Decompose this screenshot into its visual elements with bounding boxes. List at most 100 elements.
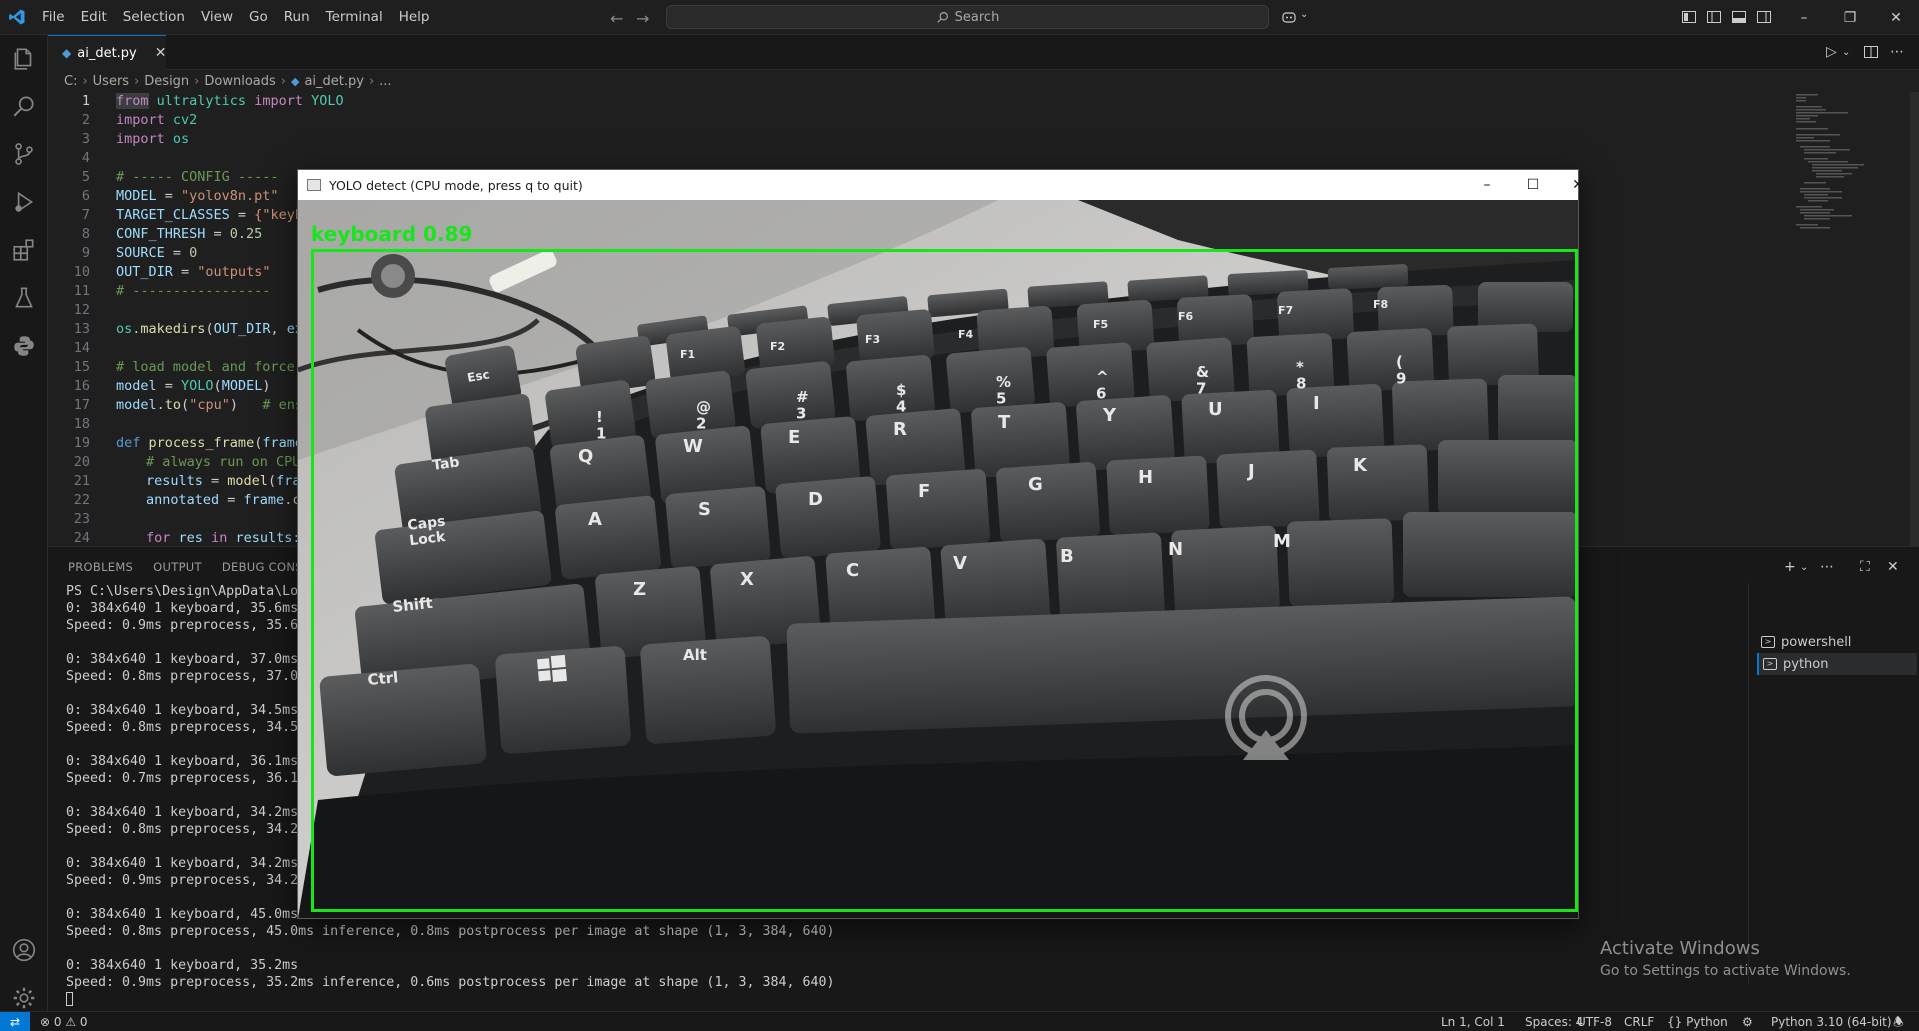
- line-number: 6: [81, 188, 90, 204]
- breadcrumb-drive[interactable]: C:: [64, 74, 77, 89]
- restore-icon[interactable]: ❐: [1827, 0, 1873, 35]
- code-token: import: [116, 131, 165, 147]
- code-token: "outputs": [197, 264, 271, 280]
- copilot-chevron-icon[interactable]: ⌄: [1300, 9, 1308, 20]
- command-center-search[interactable]: Search: [666, 5, 1269, 29]
- breadcrumb-downloads[interactable]: Downloads: [204, 74, 275, 89]
- code-token: import: [116, 112, 165, 128]
- tab-ai-det-py[interactable]: ◆ ai_det.py ✕: [48, 35, 166, 70]
- close-window-icon[interactable]: ✕: [1873, 0, 1919, 35]
- code-token: for: [146, 530, 171, 546]
- breadcrumb-design[interactable]: Design: [144, 74, 189, 89]
- run-python-file-icon[interactable]: ▷: [1826, 44, 1842, 60]
- notifications-bell-icon[interactable]: 🕭: [1893, 1014, 1904, 1030]
- activate-subtitle: Go to Settings to activate Windows.: [1600, 963, 1851, 979]
- back-arrow-icon[interactable]: ←: [610, 9, 623, 28]
- detection-bounding-box: [311, 249, 1578, 912]
- layout-customize-icon[interactable]: [1681, 9, 1697, 25]
- python-icon[interactable]: [11, 333, 37, 359]
- line-ending[interactable]: CRLF: [1624, 1014, 1654, 1030]
- code-token: YOLO: [181, 378, 214, 394]
- line-number: 14: [73, 340, 90, 356]
- terminal-chevron-icon[interactable]: ⌄: [1800, 562, 1808, 573]
- editor-scrollbar[interactable]: [1910, 92, 1919, 546]
- run-debug-icon[interactable]: [11, 189, 37, 215]
- breadcrumb-users[interactable]: Users: [93, 74, 129, 89]
- indentation[interactable]: Spaces: 4: [1525, 1014, 1583, 1030]
- yolo-window-title: YOLO detect (CPU mode, press q to quit): [329, 177, 583, 193]
- yolo-detect-window[interactable]: YOLO detect (CPU mode, press q to quit) …: [297, 169, 1584, 919]
- copilot-icon[interactable]: [1281, 9, 1297, 25]
- terminal-item-label: python: [1783, 656, 1829, 672]
- line-number: 16: [73, 378, 90, 394]
- cursor-position[interactable]: Ln 1, Col 1: [1441, 1014, 1505, 1030]
- warning-count: 0: [79, 1015, 88, 1029]
- forward-arrow-icon[interactable]: →: [636, 9, 649, 28]
- terminal-item-label: powershell: [1781, 634, 1852, 650]
- explorer-icon[interactable]: [11, 46, 37, 72]
- code-token: os: [116, 321, 133, 337]
- menu-view[interactable]: View: [193, 0, 241, 35]
- code-token: res: [178, 530, 203, 546]
- activate-title: Activate Windows: [1600, 938, 1760, 959]
- tab-output[interactable]: OUTPUT: [153, 560, 202, 574]
- menu-help[interactable]: Help: [391, 0, 438, 35]
- line-number: 19: [73, 435, 90, 451]
- minimap[interactable]: [1790, 92, 1906, 546]
- code-token: YOLO: [311, 93, 344, 109]
- new-terminal-icon[interactable]: +: [1784, 559, 1796, 575]
- maximize-icon[interactable]: ☐: [1510, 170, 1556, 200]
- status-bar: ⇄ ⊗ 0 ⚠ 0 Ln 1, Col 1 Spaces: 4 UTF-8 CR…: [0, 1011, 1919, 1031]
- breadcrumb-symbol[interactable]: ...: [379, 74, 391, 89]
- maximize-panel-icon[interactable]: ⛶: [1860, 559, 1870, 575]
- run-chevron-icon[interactable]: ⌄: [1842, 47, 1858, 63]
- extensions-icon[interactable]: [11, 237, 37, 263]
- gear-icon[interactable]: ⚙: [1742, 1014, 1753, 1030]
- testing-icon[interactable]: [11, 285, 37, 311]
- code-token: results: [146, 473, 203, 489]
- vscode-logo-icon: [9, 9, 25, 25]
- code-token: 0.25: [229, 226, 263, 242]
- tab-problems[interactable]: PROBLEMS: [68, 560, 133, 574]
- minimize-icon[interactable]: –: [1781, 0, 1827, 35]
- yolo-window-titlebar[interactable]: YOLO detect (CPU mode, press q to quit) …: [298, 170, 1584, 200]
- toggle-secondary-sidebar-icon[interactable]: [1756, 9, 1772, 25]
- account-icon[interactable]: [11, 937, 37, 963]
- menu-run[interactable]: Run: [276, 0, 318, 35]
- search-placeholder: Search: [954, 9, 1000, 25]
- more-actions-icon[interactable]: ⋯: [1890, 44, 1906, 60]
- chevron-right-icon: ›: [194, 73, 200, 89]
- terminal-item-powershell[interactable]: > powershell: [1757, 631, 1917, 653]
- menu-file[interactable]: File: [34, 0, 73, 35]
- encoding[interactable]: UTF-8: [1577, 1014, 1612, 1030]
- toggle-panel-icon[interactable]: [1731, 9, 1747, 25]
- close-icon[interactable]: ✕: [1555, 170, 1601, 200]
- menu-go[interactable]: Go: [241, 0, 276, 35]
- problems-status[interactable]: ⊗ 0 ⚠ 0: [40, 1014, 88, 1030]
- remote-indicator-icon[interactable]: ⇄: [0, 1012, 30, 1031]
- code-token: model: [116, 397, 157, 413]
- search-sidebar-icon[interactable]: [11, 93, 37, 119]
- terminal-line: Speed: 0.9ms preprocess, 35.2ms inferenc…: [66, 975, 835, 990]
- code-token: annotated: [146, 492, 220, 508]
- terminal-item-python[interactable]: > python: [1757, 653, 1917, 675]
- menu-selection[interactable]: Selection: [115, 0, 193, 35]
- chevron-right-icon: ›: [368, 73, 375, 89]
- close-panel-icon[interactable]: ✕: [1887, 559, 1899, 575]
- close-tab-icon[interactable]: ✕: [155, 45, 167, 61]
- line-number: 11: [73, 283, 90, 299]
- menu-terminal[interactable]: Terminal: [318, 0, 391, 35]
- code-token: os: [172, 131, 190, 147]
- menu-edit[interactable]: Edit: [73, 0, 115, 35]
- source-control-icon[interactable]: [11, 141, 37, 167]
- terminal-line: Speed: 0.8ms preprocess, 45.0ms inferenc…: [66, 924, 835, 939]
- breadcrumb-file[interactable]: ai_det.py: [304, 74, 364, 89]
- terminal-cursor: [66, 991, 1746, 1008]
- split-editor-icon[interactable]: [1863, 44, 1879, 60]
- settings-gear-icon[interactable]: [11, 985, 37, 1011]
- python-interpreter[interactable]: Python 3.10 (64-bit): [1771, 1014, 1892, 1030]
- more-actions-icon[interactable]: ⋯: [1820, 559, 1834, 575]
- language-mode[interactable]: {} Python: [1667, 1014, 1728, 1030]
- toggle-sidebar-icon[interactable]: [1706, 9, 1722, 25]
- minimize-icon[interactable]: –: [1464, 170, 1510, 200]
